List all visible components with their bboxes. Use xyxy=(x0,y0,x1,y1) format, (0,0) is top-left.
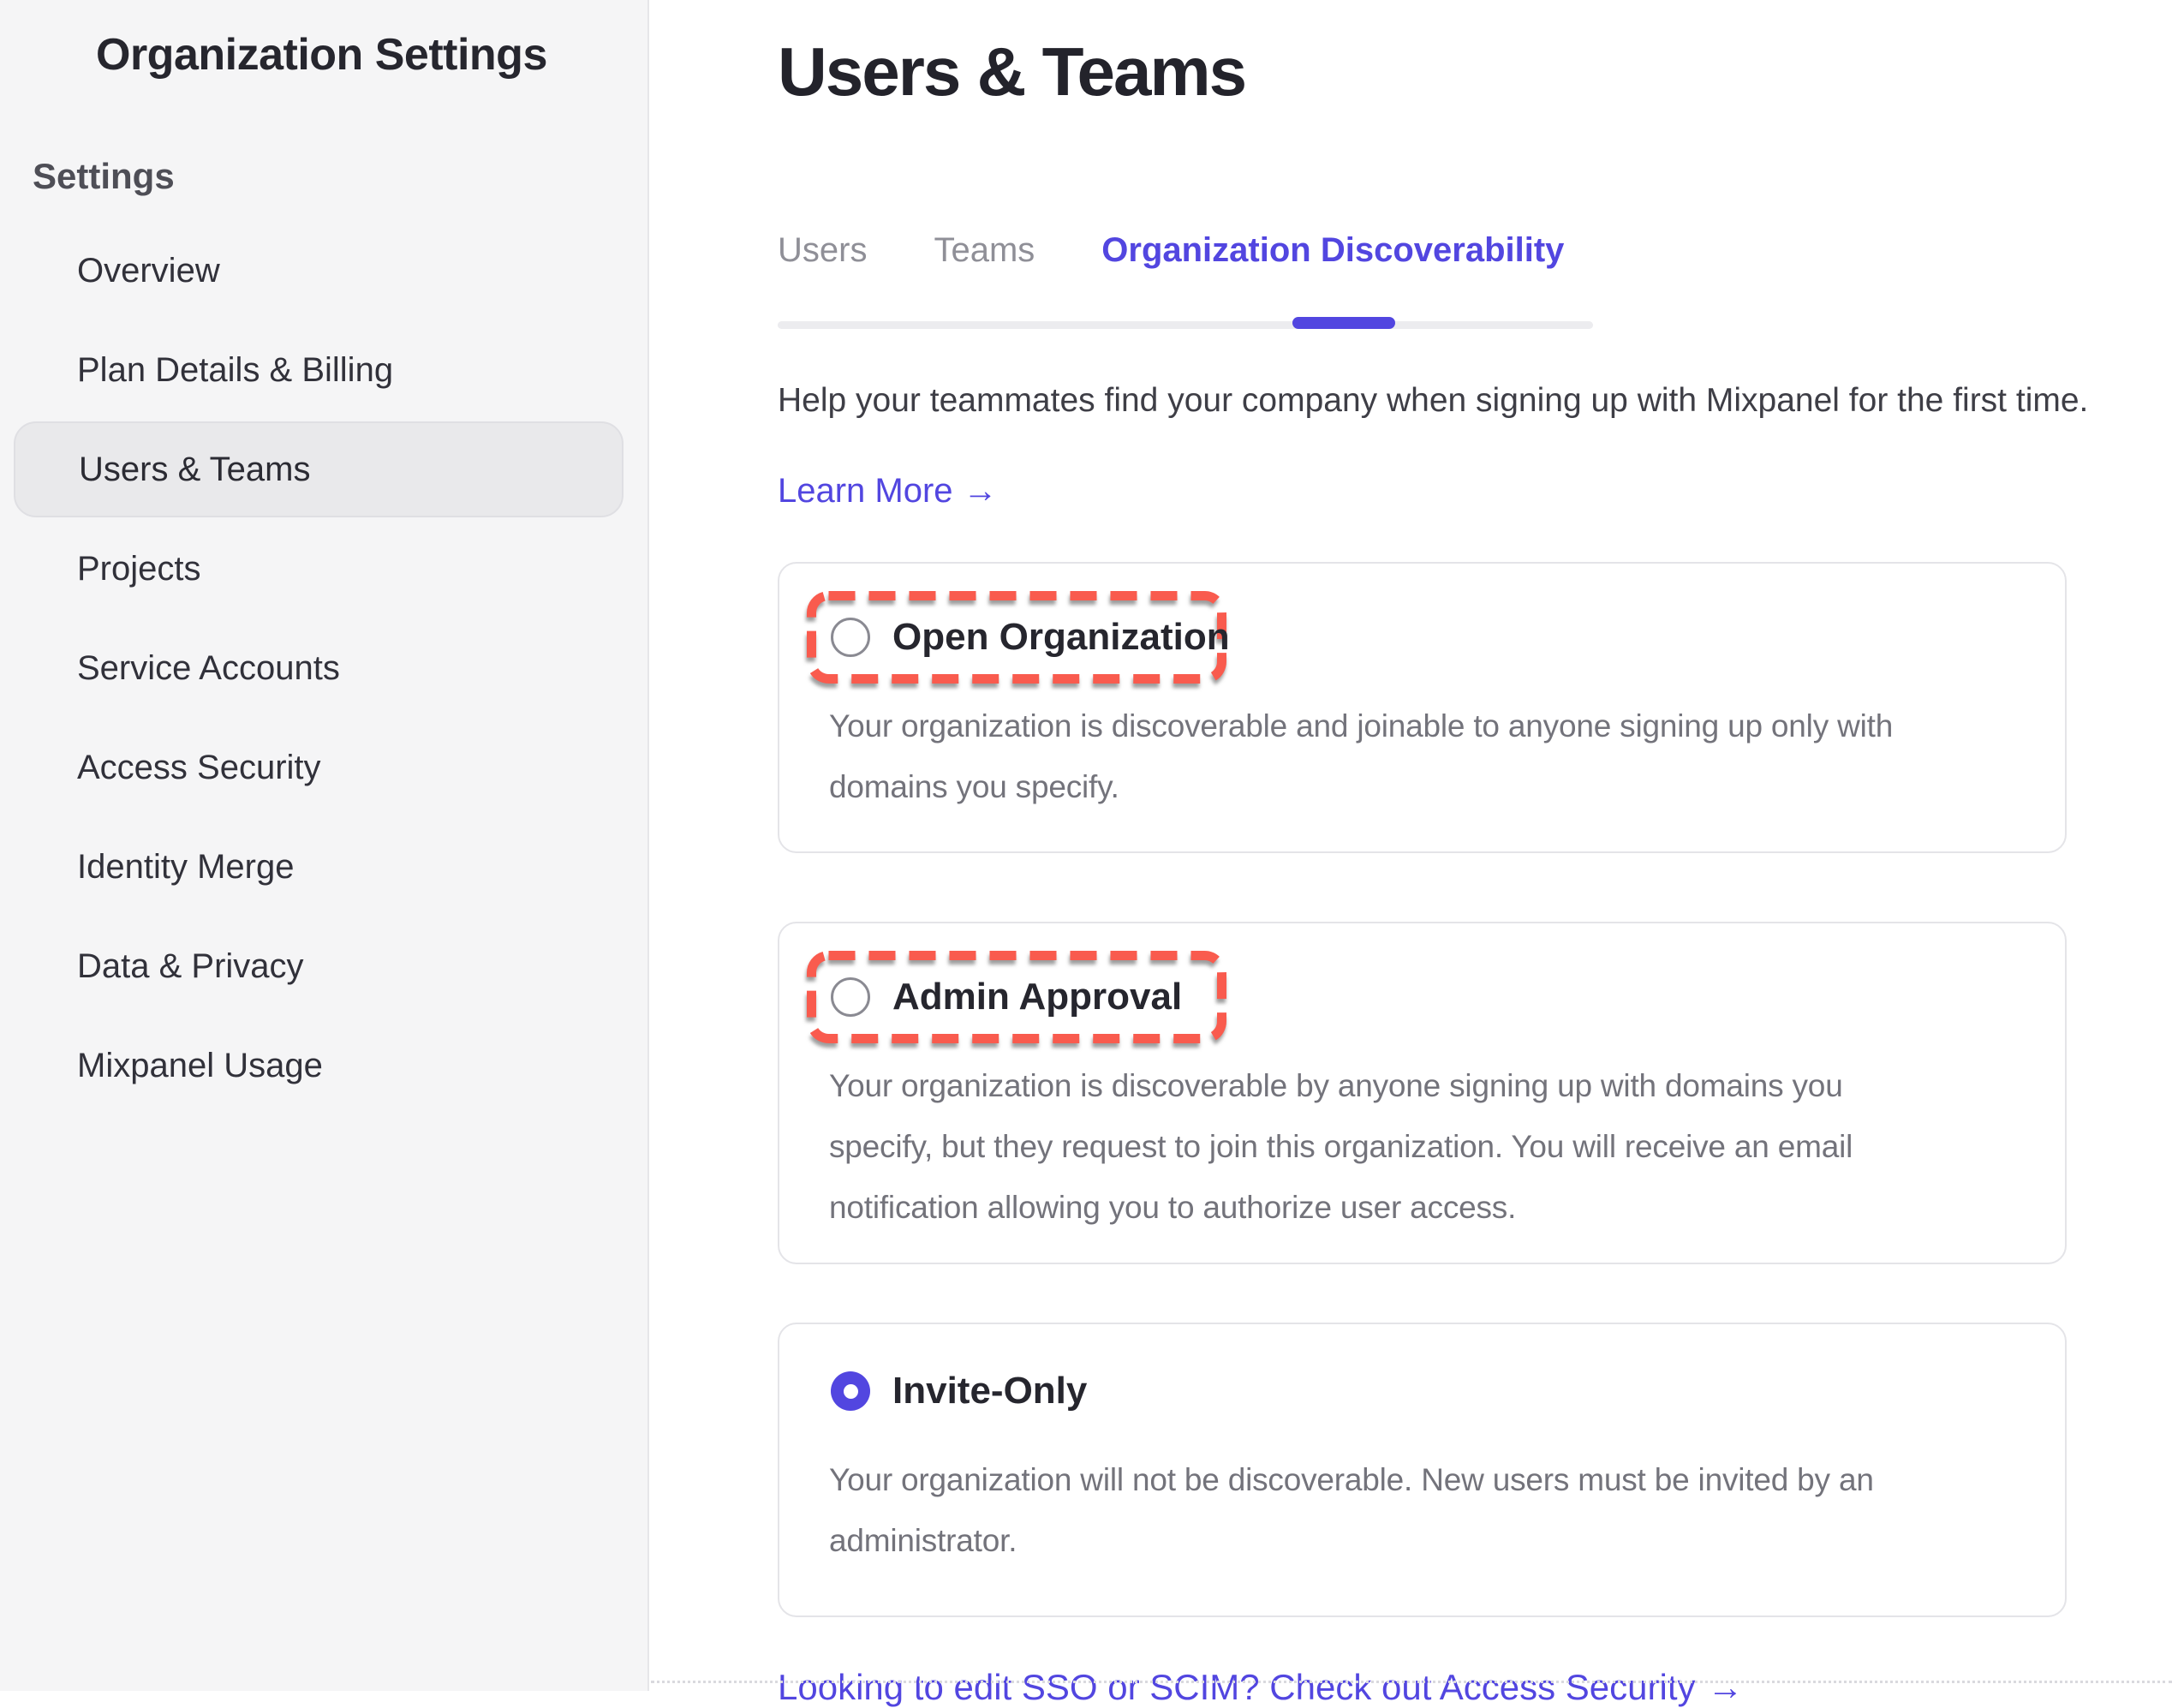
sidebar-item-users-teams[interactable]: Users & Teams xyxy=(14,421,624,517)
option-description: Your organization is discoverable and jo… xyxy=(829,696,2045,817)
footer-link-label: Looking to edit SSO or SCIM? Check out A… xyxy=(778,1667,1696,1708)
sidebar-item-identity-merge[interactable]: Identity Merge xyxy=(0,817,647,917)
radio-admin-approval[interactable] xyxy=(831,977,870,1017)
learn-more-label: Learn More xyxy=(778,472,953,511)
active-tab-indicator xyxy=(1292,317,1395,329)
sidebar-item-plan-details-billing[interactable]: Plan Details & Billing xyxy=(0,320,647,420)
sidebar-item-projects[interactable]: Projects xyxy=(0,519,647,618)
option-open-organization[interactable]: Open Organization xyxy=(807,591,1226,684)
bottom-dotted-divider xyxy=(651,1681,2172,1683)
sidebar-item-overview[interactable]: Overview xyxy=(0,221,647,320)
arrow-right-icon: → xyxy=(1708,1667,1744,1708)
radio-invite-only[interactable] xyxy=(831,1371,870,1411)
intro-text: Help your teammates find your company wh… xyxy=(778,382,2172,420)
option-admin-approval[interactable]: Admin Approval xyxy=(807,951,1226,1043)
option-invite-only[interactable]: Invite-Only xyxy=(807,1345,1226,1437)
learn-more-link[interactable]: Learn More → xyxy=(778,472,998,511)
option-description: Your organization will not be discoverab… xyxy=(829,1449,2045,1571)
option-title: Open Organization xyxy=(892,616,1230,659)
sidebar-item-mixpanel-usage[interactable]: Mixpanel Usage xyxy=(0,1016,647,1115)
footer-access-security-link[interactable]: Looking to edit SSO or SCIM? Check out A… xyxy=(778,1667,1744,1708)
option-title: Invite-Only xyxy=(892,1370,1087,1412)
tab-teams[interactable]: Teams xyxy=(934,231,1035,270)
tab-organization-discoverability[interactable]: Organization Discoverability xyxy=(1101,231,1564,270)
page-title: Users & Teams xyxy=(778,0,2172,111)
option-card-invite-only: Invite-Only Your organization will not b… xyxy=(778,1323,2067,1617)
option-title: Admin Approval xyxy=(892,976,1182,1018)
main-content: Users & Teams Users Teams Organization D… xyxy=(651,0,2172,1691)
tab-underline xyxy=(778,321,1593,329)
radio-open-organization[interactable] xyxy=(831,618,870,657)
sidebar-nav: Overview Plan Details & Billing Users & … xyxy=(0,221,647,1115)
sidebar-title: Organization Settings xyxy=(96,29,647,81)
option-card-admin-approval: Admin Approval Your organization is disc… xyxy=(778,922,2067,1264)
sidebar-item-data-privacy[interactable]: Data & Privacy xyxy=(0,917,647,1016)
sidebar: Organization Settings Settings Overview … xyxy=(0,0,649,1691)
arrow-right-icon: → xyxy=(964,472,998,511)
option-card-open-organization: Open Organization Your organization is d… xyxy=(778,562,2067,853)
sidebar-item-access-security[interactable]: Access Security xyxy=(0,718,647,817)
tab-users[interactable]: Users xyxy=(778,231,867,270)
option-description: Your organization is discoverable by any… xyxy=(829,1055,2045,1238)
sidebar-item-service-accounts[interactable]: Service Accounts xyxy=(0,618,647,718)
radio-inner-dot xyxy=(844,1384,858,1399)
settings-section-label: Settings xyxy=(33,156,647,197)
tabs: Users Teams Organization Discoverability xyxy=(778,231,1593,329)
